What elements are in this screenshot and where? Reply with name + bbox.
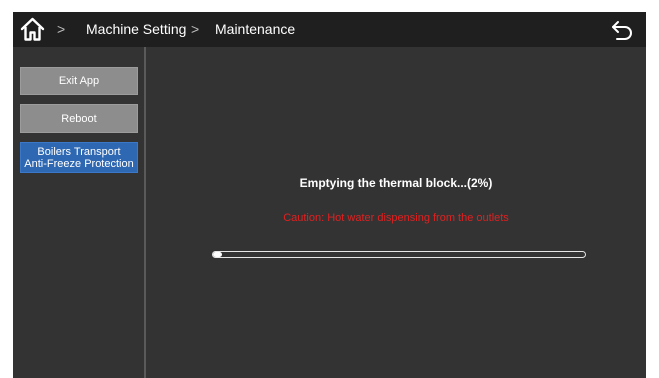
caution-message: Caution: Hot water dispensing from the o… bbox=[283, 212, 509, 224]
home-icon[interactable] bbox=[19, 16, 46, 43]
progress-bar bbox=[212, 251, 586, 258]
app-screen: > Machine Setting > Maintenance Exit App… bbox=[13, 12, 646, 378]
anti-freeze-label-line1: Boilers Transport bbox=[37, 145, 121, 158]
anti-freeze-protection-button[interactable]: Boilers Transport Anti-Freeze Protection bbox=[20, 142, 138, 173]
exit-app-button[interactable]: Exit App bbox=[20, 67, 138, 95]
sidebar: Exit App Reboot Boilers Transport Anti-F… bbox=[13, 47, 144, 378]
exit-app-label: Exit App bbox=[58, 75, 100, 87]
status-message: Emptying the thermal block...(2%) bbox=[299, 176, 493, 190]
reboot-label: Reboot bbox=[61, 112, 97, 125]
top-bar: > Machine Setting > Maintenance bbox=[13, 12, 646, 47]
breadcrumb-machine-setting[interactable]: Machine Setting bbox=[86, 21, 186, 37]
anti-freeze-label-line2: Anti-Freeze Protection bbox=[24, 157, 134, 170]
breadcrumb-maintenance: Maintenance bbox=[215, 21, 296, 37]
chevron-right-icon: > bbox=[191, 21, 200, 37]
chevron-right-icon: > bbox=[57, 21, 66, 37]
progress-fill bbox=[213, 252, 222, 257]
reboot-button[interactable]: Reboot bbox=[20, 104, 138, 133]
back-arrow-icon[interactable] bbox=[610, 18, 634, 42]
main-panel: Emptying the thermal block...(2%) Cautio… bbox=[146, 47, 646, 378]
